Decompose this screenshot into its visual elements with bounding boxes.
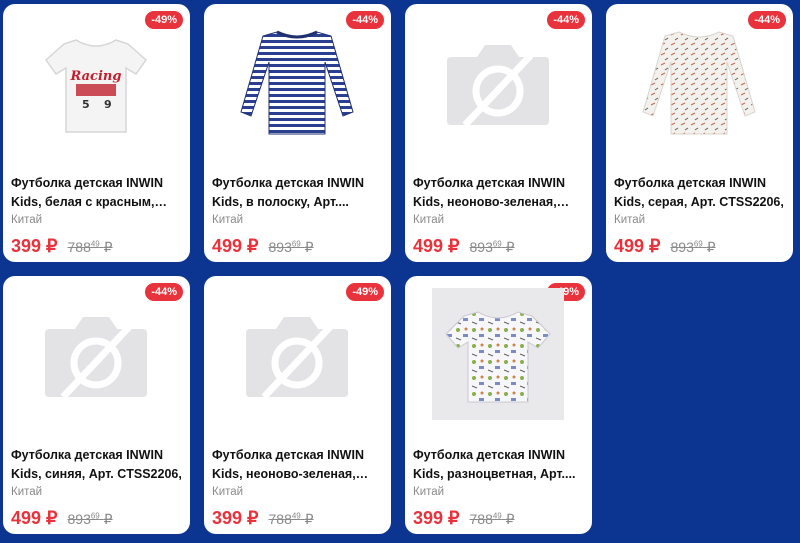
product-origin: Китай — [614, 214, 646, 226]
old-price-currency: ₽ — [304, 239, 314, 255]
old-price: 78849 ₽ — [470, 511, 515, 528]
current-price: 399 ₽ — [11, 236, 58, 256]
old-price-frac: 49 — [291, 511, 301, 521]
old-price-frac: 69 — [693, 239, 703, 249]
current-price: 399 ₽ — [212, 508, 259, 528]
old-price-currency: ₽ — [505, 511, 515, 527]
old-price-frac: 69 — [492, 239, 502, 249]
old-price: 89369 ₽ — [470, 239, 515, 256]
product-image[interactable] — [231, 288, 363, 420]
product-title[interactable]: Футболка детская INWIN Kids, белая с кра… — [11, 174, 183, 212]
old-price-int: 893 — [469, 239, 493, 255]
product-card[interactable]: -49% Футболка детская INWIN Kids, разноц… — [405, 276, 592, 534]
current-price: 499 ₽ — [614, 236, 661, 256]
no-photo-camera-icon — [246, 317, 348, 399]
product-image[interactable] — [432, 288, 564, 420]
old-price: 89369 ₽ — [671, 239, 716, 256]
product-card[interactable]: -49% Футболка детская INWIN Kids, неонов… — [204, 276, 391, 534]
svg-text:9: 9 — [104, 98, 112, 111]
product-grid: -49% Racing 5 9 Футболка детская INWIN K… — [0, 0, 800, 543]
product-card[interactable]: -44% Футболка детская INWIN Kids, синяя,… — [3, 276, 190, 534]
product-card[interactable]: -44% Футболка детская INWIN Kids, серая,… — [606, 4, 793, 262]
price-row: 399 ₽ 78849 ₽ — [212, 508, 314, 529]
old-price-int: 788 — [469, 511, 493, 527]
old-price-currency: ₽ — [103, 511, 113, 527]
old-price-frac: 49 — [90, 239, 100, 249]
product-origin: Китай — [413, 486, 445, 498]
old-price-int: 893 — [67, 511, 91, 527]
product-title[interactable]: Футболка детская INWIN Kids, в полоску, … — [212, 174, 384, 212]
old-price: 89369 ₽ — [68, 511, 113, 528]
product-origin: Китай — [212, 214, 244, 226]
svg-text:Racing: Racing — [70, 69, 122, 84]
old-price-int: 893 — [670, 239, 694, 255]
price-row: 499 ₽ 89369 ₽ — [413, 236, 515, 257]
product-image[interactable] — [30, 288, 162, 420]
product-origin: Китай — [11, 486, 43, 498]
old-price: 89369 ₽ — [269, 239, 314, 256]
old-price: 78849 ₽ — [269, 511, 314, 528]
product-origin: Китай — [11, 214, 43, 226]
current-price: 499 ₽ — [413, 236, 460, 256]
product-image[interactable] — [231, 16, 363, 148]
tshirt-icon: Racing 5 9 — [44, 39, 148, 133]
old-price: 78849 ₽ — [68, 239, 113, 256]
current-price: 499 ₽ — [11, 508, 58, 528]
old-price-currency: ₽ — [304, 511, 314, 527]
product-origin: Китай — [212, 486, 244, 498]
old-price-int: 788 — [268, 511, 292, 527]
old-price-frac: 69 — [291, 239, 301, 249]
current-price: 499 ₽ — [212, 236, 259, 256]
no-photo-camera-icon — [45, 317, 147, 399]
old-price-int: 788 — [67, 239, 91, 255]
no-photo-camera-icon — [447, 45, 549, 127]
tshirt-icon — [445, 311, 551, 403]
product-title[interactable]: Футболка детская INWIN Kids, серая, Арт.… — [614, 174, 786, 212]
product-image[interactable] — [633, 16, 765, 148]
old-price-int: 893 — [268, 239, 292, 255]
product-title[interactable]: Футболка детская INWIN Kids, неоново-зел… — [212, 446, 384, 484]
product-title[interactable]: Футболка детская INWIN Kids, неоново-зел… — [413, 174, 585, 212]
price-row: 399 ₽ 78849 ₽ — [413, 508, 515, 529]
product-origin: Китай — [413, 214, 445, 226]
longsleeve-striped-icon — [240, 30, 354, 135]
current-price: 399 ₽ — [413, 508, 460, 528]
product-card[interactable]: -49% Racing 5 9 Футболка детская INWIN K… — [3, 4, 190, 262]
product-title[interactable]: Футболка детская INWIN Kids, синяя, Арт.… — [11, 446, 183, 484]
product-card[interactable]: -44% Футболка детская INWIN Kids, в поло… — [204, 4, 391, 262]
price-row: 499 ₽ 89369 ₽ — [614, 236, 716, 257]
old-price-currency: ₽ — [103, 239, 113, 255]
product-image[interactable] — [432, 16, 564, 148]
price-row: 499 ₽ 89369 ₽ — [212, 236, 314, 257]
price-row: 499 ₽ 89369 ₽ — [11, 508, 113, 529]
old-price-currency: ₽ — [706, 239, 716, 255]
product-image[interactable]: Racing 5 9 — [30, 16, 162, 148]
old-price-frac: 49 — [492, 511, 502, 521]
svg-text:5: 5 — [82, 98, 90, 111]
old-price-frac: 69 — [90, 511, 100, 521]
price-row: 399 ₽ 78849 ₽ — [11, 236, 113, 257]
longsleeve-patterned-icon — [642, 31, 756, 135]
old-price-currency: ₽ — [505, 239, 515, 255]
product-title[interactable]: Футболка детская INWIN Kids, разноцветна… — [413, 446, 585, 484]
product-card[interactable]: -44% Футболка детская INWIN Kids, неонов… — [405, 4, 592, 262]
